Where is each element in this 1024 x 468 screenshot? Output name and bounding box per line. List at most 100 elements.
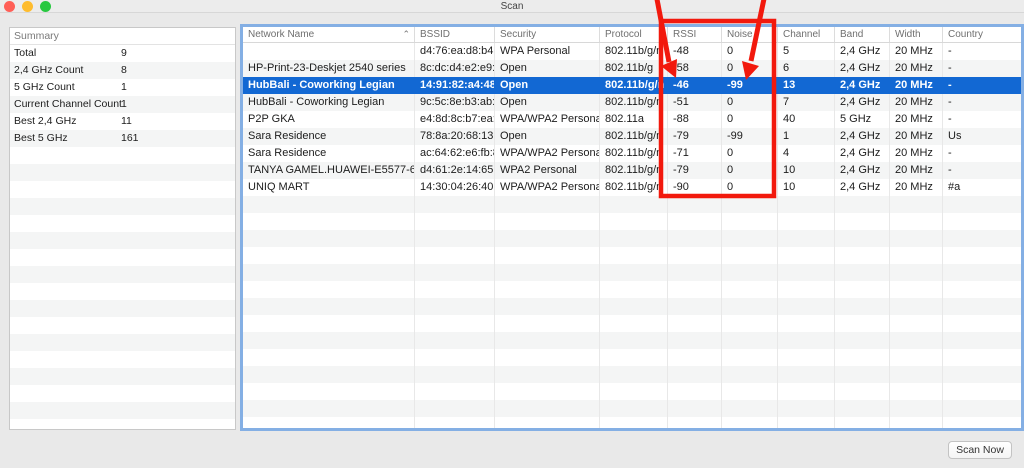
cell-channel [778, 264, 835, 281]
cell-network-name [243, 366, 415, 383]
empty-row [243, 349, 1021, 366]
column-header-rssi[interactable]: RSSI [668, 27, 722, 42]
cell-country: - [943, 43, 1021, 60]
cell-rssi: -90 [668, 179, 722, 196]
network-row[interactable]: Sara Residenceac:64:62:e6:fb:8eWPA/WPA2 … [243, 145, 1021, 162]
summary-empty-row [10, 181, 235, 198]
cell-width [890, 366, 943, 383]
network-row[interactable]: d4:76:ea:d8:b4:0aWPA Personal802.11b/g/n… [243, 43, 1021, 60]
summary-value: 1 [121, 79, 127, 96]
titlebar: Scan [0, 0, 1024, 13]
empty-row [243, 332, 1021, 349]
cell-protocol [600, 332, 668, 349]
cell-channel [778, 383, 835, 400]
cell-network-name [243, 196, 415, 213]
summary-empty-row [10, 232, 235, 249]
cell-rssi: -48 [668, 43, 722, 60]
network-row[interactable]: TANYA GAMEL.HUAWEI-E5577-6575d4:61:2e:14… [243, 162, 1021, 179]
cell-channel: 4 [778, 145, 835, 162]
empty-row [243, 247, 1021, 264]
network-table[interactable]: Network Name⌃BSSIDSecurityProtocolRSSINo… [240, 24, 1024, 431]
network-row[interactable]: HubBali - Coworking Legian14:91:82:a4:48… [243, 77, 1021, 94]
cell-width: 20 MHz [890, 111, 943, 128]
cell-noise [722, 417, 778, 431]
cell-country [943, 213, 1021, 230]
column-header-security[interactable]: Security [495, 27, 600, 42]
cell-country [943, 264, 1021, 281]
cell-security [495, 298, 600, 315]
cell-network-name: UNIQ MART [243, 179, 415, 196]
cell-noise: 0 [722, 179, 778, 196]
cell-bssid [415, 264, 495, 281]
cell-protocol [600, 400, 668, 417]
cell-band: 2,4 GHz [835, 128, 890, 145]
cell-channel: 10 [778, 179, 835, 196]
column-header-band[interactable]: Band [835, 27, 890, 42]
cell-channel [778, 400, 835, 417]
scan-now-button[interactable]: Scan Now [948, 441, 1012, 459]
cell-protocol [600, 417, 668, 431]
summary-empty-row [10, 402, 235, 419]
cell-noise [722, 196, 778, 213]
column-header-width[interactable]: Width [890, 27, 943, 42]
cell-security [495, 366, 600, 383]
column-header-noise[interactable]: Noise [722, 27, 778, 42]
cell-bssid [415, 349, 495, 366]
summary-empty-row [10, 164, 235, 181]
cell-band [835, 281, 890, 298]
cell-country: - [943, 111, 1021, 128]
network-row[interactable]: P2P GKAe4:8d:8c:b7:ea:5fWPA/WPA2 Persona… [243, 111, 1021, 128]
summary-value: 161 [121, 130, 139, 147]
cell-noise [722, 213, 778, 230]
cell-channel [778, 196, 835, 213]
cell-network-name [243, 417, 415, 431]
cell-country [943, 281, 1021, 298]
cell-noise [722, 332, 778, 349]
cell-rssi [668, 315, 722, 332]
cell-country [943, 196, 1021, 213]
cell-security [495, 349, 600, 366]
cell-bssid [415, 230, 495, 247]
column-header-channel[interactable]: Channel [778, 27, 835, 42]
cell-protocol: 802.11b/g [600, 60, 668, 77]
column-header-protocol[interactable]: Protocol [600, 27, 668, 42]
cell-band [835, 264, 890, 281]
column-header-bssid[interactable]: BSSID [415, 27, 495, 42]
empty-row [243, 315, 1021, 332]
cell-protocol: 802.11b/g/n [600, 128, 668, 145]
cell-band [835, 366, 890, 383]
cell-bssid [415, 366, 495, 383]
cell-bssid: d4:76:ea:d8:b4:0a [415, 43, 495, 60]
cell-width [890, 332, 943, 349]
network-row[interactable]: Sara Residence78:8a:20:68:13:43Open802.1… [243, 128, 1021, 145]
cell-protocol [600, 298, 668, 315]
cell-bssid [415, 247, 495, 264]
summary-label: Best 5 GHz [14, 130, 68, 147]
summary-empty-row [10, 198, 235, 215]
summary-empty-row [10, 334, 235, 351]
cell-security: WPA/WPA2 Personal [495, 145, 600, 162]
cell-country: - [943, 94, 1021, 111]
summary-row: Best 2,4 GHz11 [10, 113, 235, 130]
network-row[interactable]: UNIQ MART14:30:04:26:40:bcWPA/WPA2 Perso… [243, 179, 1021, 196]
cell-noise: -99 [722, 77, 778, 94]
cell-country [943, 247, 1021, 264]
cell-noise: 0 [722, 145, 778, 162]
sort-ascending-icon: ⌃ [402, 27, 410, 42]
cell-bssid [415, 281, 495, 298]
cell-bssid [415, 315, 495, 332]
cell-band [835, 230, 890, 247]
cell-channel [778, 315, 835, 332]
network-row[interactable]: HubBali - Coworking Legian9c:5c:8e:b3:ab… [243, 94, 1021, 111]
cell-band [835, 196, 890, 213]
summary-empty-row [10, 419, 235, 430]
cell-channel [778, 417, 835, 431]
network-row[interactable]: HP-Print-23-Deskjet 2540 series8c:dc:d4:… [243, 60, 1021, 77]
empty-row [243, 298, 1021, 315]
summary-row: 5 GHz Count1 [10, 79, 235, 96]
column-header-network-name[interactable]: Network Name⌃ [243, 27, 415, 42]
cell-rssi: -58 [668, 60, 722, 77]
cell-security [495, 213, 600, 230]
cell-channel: 6 [778, 60, 835, 77]
column-header-country[interactable]: Country [943, 27, 1021, 42]
